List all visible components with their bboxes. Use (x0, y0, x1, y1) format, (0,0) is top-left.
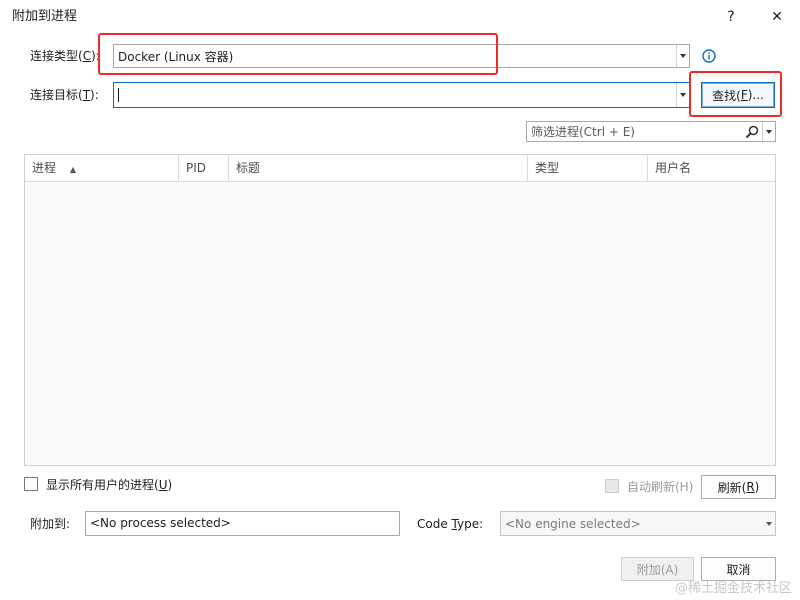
find-button[interactable]: 查找(F)... (701, 82, 775, 108)
text-cursor (118, 88, 119, 102)
process-table[interactable]: 进程 ▲ PID 标题 类型 用户名 (24, 154, 776, 466)
refresh-button[interactable]: 刷新(R) (701, 475, 776, 499)
code-type-select[interactable]: <No engine selected> (500, 511, 776, 536)
show-all-users-label[interactable]: 显示所有用户的进程(U) (46, 477, 172, 493)
dialog-title: 附加到进程 (12, 9, 78, 24)
chevron-down-icon[interactable] (762, 122, 775, 141)
connection-type-value: Docker (Linux 容器) (118, 49, 234, 64)
connection-type-select[interactable]: Docker (Linux 容器) (113, 44, 690, 68)
search-icon[interactable] (744, 124, 760, 140)
column-header-type[interactable]: 类型 (528, 155, 648, 181)
sort-ascending-icon: ▲ (69, 165, 76, 174)
connection-target-label: 连接目标(T): (30, 88, 99, 102)
show-all-users-checkbox[interactable] (24, 477, 38, 491)
chevron-down-icon (763, 512, 775, 535)
filter-process-input[interactable]: 筛选进程(Ctrl + E) (526, 121, 776, 142)
attach-to-field[interactable]: <No process selected> (85, 511, 400, 536)
chevron-down-icon (676, 83, 689, 107)
help-button[interactable]: ? (720, 6, 742, 28)
column-header-process[interactable]: 进程 ▲ (25, 155, 179, 181)
chevron-down-icon (676, 45, 689, 67)
code-type-value: <No engine selected> (505, 516, 641, 531)
column-header-pid[interactable]: PID (179, 155, 229, 181)
column-header-title[interactable]: 标题 (229, 155, 528, 181)
column-header-username[interactable]: 用户名 (648, 155, 775, 181)
code-type-label: Code Type: (417, 517, 484, 531)
auto-refresh-label: 自动刷新(H) (627, 480, 694, 494)
connection-target-input[interactable] (113, 82, 690, 108)
close-button[interactable]: ✕ (766, 6, 788, 28)
auto-refresh-checkbox[interactable] (605, 479, 619, 493)
connection-type-label: 连接类型(C): (30, 49, 100, 63)
info-icon[interactable] (702, 49, 716, 63)
attach-to-label: 附加到: (30, 517, 71, 531)
watermark: @稀土掘金技术社区 (674, 581, 792, 596)
filter-placeholder: 筛选进程(Ctrl + E) (531, 125, 635, 139)
table-header: 进程 ▲ PID 标题 类型 用户名 (25, 155, 775, 182)
